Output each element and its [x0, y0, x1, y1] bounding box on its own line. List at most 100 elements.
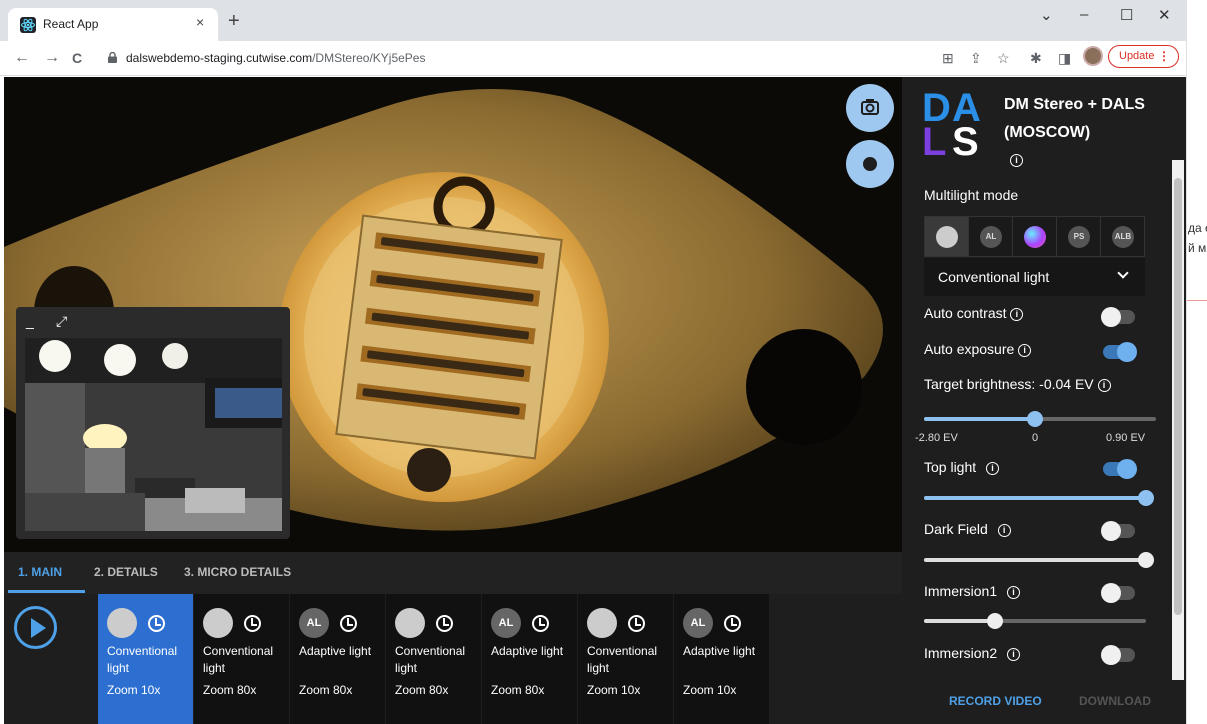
mode-conventional[interactable] [925, 217, 969, 256]
info-icon[interactable]: i [986, 461, 1000, 475]
record-video-button[interactable]: RECORD VIDEO [949, 694, 1042, 708]
immersion1-slider[interactable] [924, 613, 1146, 629]
active-tab-indicator [8, 590, 85, 593]
maximize-icon[interactable]: ☐ [1120, 6, 1133, 24]
screenshot-button[interactable] [846, 84, 894, 132]
window-close-icon[interactable]: ✕ [1158, 6, 1171, 24]
divider [1187, 300, 1207, 301]
extensions-icon[interactable]: ✱ [1030, 50, 1042, 67]
immersion1-toggle[interactable] [1101, 583, 1135, 603]
bookmark-star-icon[interactable]: ☆ [997, 50, 1010, 67]
preset-tabs: 1. MAIN 2. DETAILS 3. MICRO DETAILS [4, 552, 902, 594]
preset-label: Adaptive light [491, 644, 564, 658]
color-light-icon [1024, 226, 1046, 248]
target-brightness-slider[interactable] [924, 411, 1156, 427]
preset-label: Conventional light [107, 644, 178, 675]
tab-title: React App [43, 17, 99, 31]
back-icon[interactable]: ← [14, 49, 30, 67]
install-icon[interactable]: ⊞ [942, 50, 954, 67]
preset-card[interactable]: AL Adaptive light Zoom 80x [482, 594, 577, 724]
download-button[interactable]: DOWNLOAD [1079, 694, 1151, 708]
alb-light-icon: ALB [1112, 226, 1134, 248]
clock-icon [244, 615, 261, 632]
mode-adaptive[interactable]: AL [969, 217, 1013, 256]
preset-card[interactable]: Conventional light Zoom 80x [386, 594, 481, 724]
scrollbar-thumb[interactable] [1174, 178, 1182, 615]
preset-card[interactable]: Conventional light Zoom 10x [98, 594, 193, 724]
preset-zoom: Zoom 80x [203, 683, 257, 697]
clock-icon [340, 615, 357, 632]
record-button[interactable] [846, 140, 894, 188]
adaptive-light-icon: AL [491, 608, 521, 638]
top-light-label: Top light i [924, 459, 1000, 475]
url-text: dalswebdemo-staging.cutwise.com/DMStereo… [126, 51, 426, 65]
light-mode-select[interactable]: Conventional light [924, 258, 1145, 296]
dals-logo: D A L S [922, 86, 981, 164]
brightness-mid-label: 0 [1032, 432, 1039, 444]
preset-card[interactable]: Conventional light Zoom 80x [194, 594, 289, 724]
address-bar[interactable]: dalswebdemo-staging.cutwise.com/DMStereo… [100, 45, 920, 72]
tab-details[interactable]: 2. DETAILS [94, 565, 158, 579]
lab-camera-image [25, 338, 282, 531]
dark-field-slider[interactable] [924, 552, 1154, 568]
info-icon[interactable]: i [1097, 378, 1111, 392]
info-icon[interactable]: i [1007, 647, 1021, 661]
tab-close-icon[interactable]: × [196, 14, 204, 30]
play-icon[interactable] [14, 606, 57, 649]
clock-icon [148, 615, 165, 632]
tab-main[interactable]: 1. MAIN [18, 565, 62, 579]
mode-color[interactable] [1013, 217, 1057, 256]
conventional-light-icon [395, 608, 425, 638]
multilight-label: Multilight mode [924, 187, 1019, 203]
immersion1-label: Immersion1 i [924, 583, 1021, 599]
target-brightness-label: Target brightness: -0.04 EV i [924, 376, 1111, 392]
info-icon[interactable]: i [1007, 585, 1021, 599]
info-icon[interactable]: i [1010, 154, 1023, 168]
preset-zoom: Zoom 80x [299, 683, 353, 697]
forward-icon[interactable]: → [44, 49, 60, 67]
dark-field-label: Dark Field i [924, 521, 1011, 537]
dark-field-toggle[interactable] [1101, 521, 1135, 541]
auto-exposure-toggle[interactable] [1103, 342, 1137, 362]
preset-zoom: Zoom 10x [683, 683, 737, 697]
expand-preview-icon[interactable]: ⤢ [56, 313, 67, 330]
adaptive-light-icon: AL [980, 226, 1002, 248]
brightness-max-label: 0.90 EV [1106, 432, 1146, 444]
preset-card[interactable]: AL Adaptive light Zoom 10x [674, 594, 769, 724]
auto-contrast-toggle[interactable] [1101, 307, 1135, 327]
tab-search-icon[interactable]: ⌄ [1040, 6, 1053, 24]
minimize-icon[interactable]: – [1080, 6, 1088, 23]
adaptive-light-icon: AL [299, 608, 329, 638]
mode-ps[interactable]: PS [1057, 217, 1101, 256]
background-text: й м [1188, 241, 1207, 255]
info-icon[interactable]: i [1018, 343, 1032, 357]
info-icon[interactable]: i [1010, 307, 1024, 321]
immersion2-toggle[interactable] [1101, 645, 1135, 665]
preset-card[interactable]: Conventional light Zoom 10x [578, 594, 673, 724]
new-tab-icon[interactable]: + [228, 10, 240, 33]
info-icon[interactable]: i [997, 523, 1011, 537]
preset-label: Conventional light [587, 644, 658, 675]
device-title: DM Stereo + DALS (MOSCOW) i [1004, 96, 1145, 168]
profile-avatar[interactable] [1083, 46, 1103, 66]
browser-tab[interactable]: React App × [8, 8, 218, 41]
preset-card[interactable]: AL Adaptive light Zoom 80x [290, 594, 385, 724]
minimize-preview-icon[interactable]: _ [26, 313, 34, 329]
update-button[interactable]: Update ⋮ [1108, 45, 1179, 68]
top-light-toggle[interactable] [1103, 459, 1137, 479]
auto-exposure-label: Auto exposure i [924, 341, 1032, 357]
panel-scrollbar[interactable] [1172, 160, 1184, 680]
share-icon[interactable]: ⇪ [970, 50, 982, 67]
kebab-menu-icon[interactable]: ⋮ [1158, 49, 1170, 63]
preset-strip: Conventional light Zoom 10x Conventional l… [4, 594, 902, 724]
preset-zoom: Zoom 10x [587, 683, 641, 697]
mode-alb[interactable]: ALB [1101, 217, 1145, 256]
browser-tabstrip: React App × + ⌄ – ☐ ✕ [0, 0, 1186, 41]
side-panel-icon[interactable]: ◨ [1058, 50, 1071, 67]
conventional-light-icon [203, 608, 233, 638]
tab-micro-details[interactable]: 3. MICRO DETAILS [184, 565, 291, 579]
top-light-slider[interactable] [924, 490, 1154, 506]
reload-icon[interactable]: C [72, 50, 82, 66]
mini-camera-preview[interactable]: _ ⤢ [16, 307, 290, 539]
conventional-light-icon [587, 608, 617, 638]
